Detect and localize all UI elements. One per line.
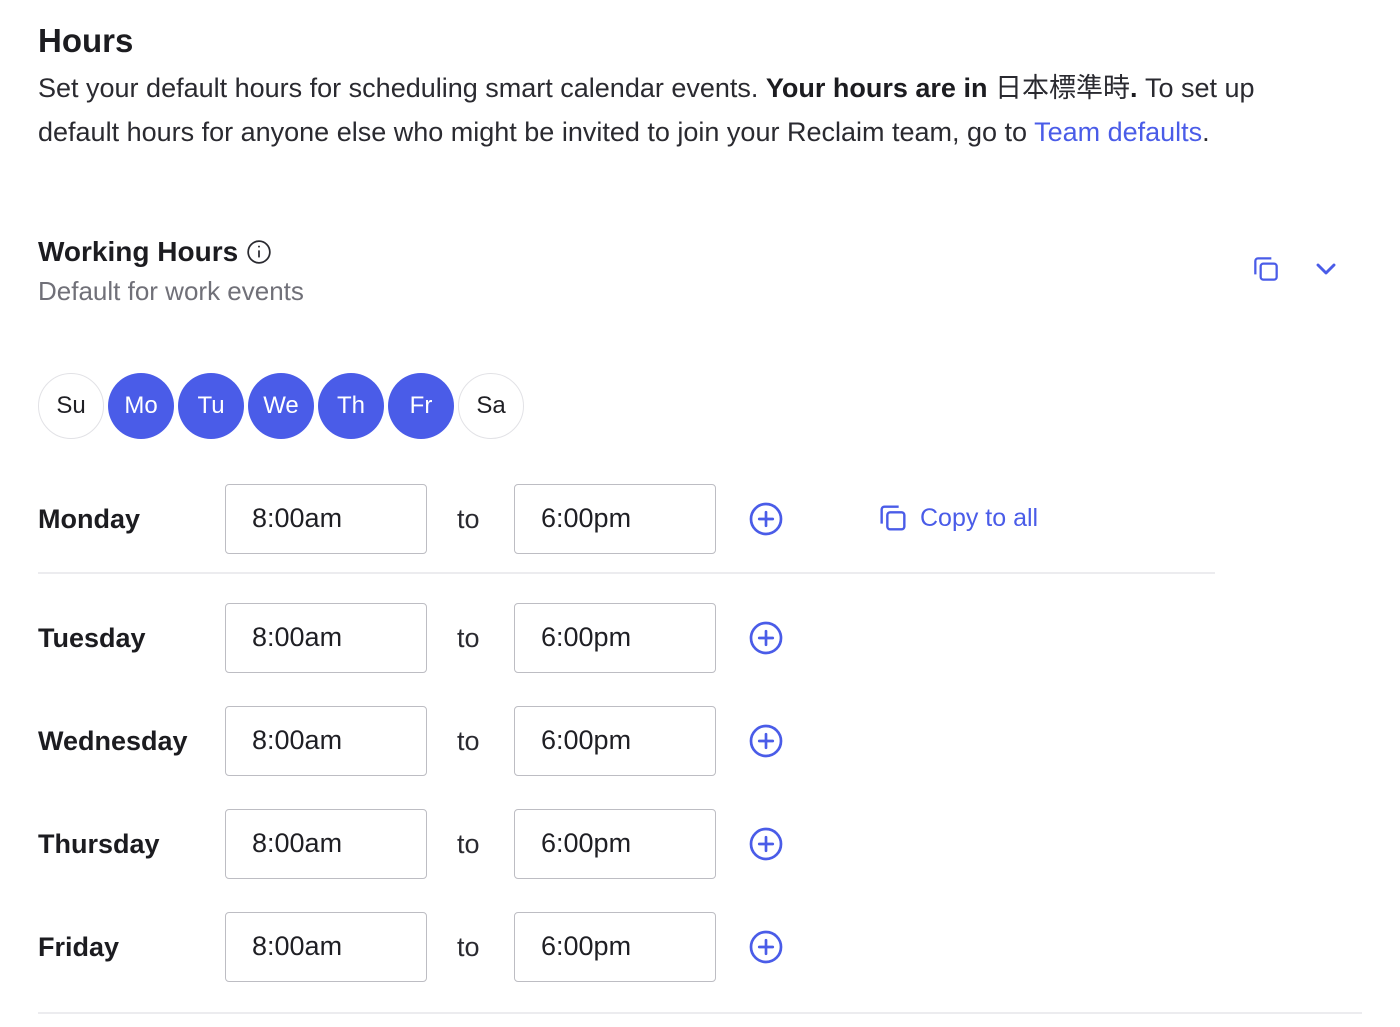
divider (38, 1012, 1362, 1014)
team-defaults-link[interactable]: Team defaults (1034, 117, 1202, 147)
divider (38, 572, 1215, 574)
day-selector: Su Mo Tu We Th Fr Sa (38, 373, 528, 439)
page-title: Hours (38, 22, 134, 59)
copy-to-all-button[interactable]: Copy to all (876, 501, 1038, 535)
add-time-range-icon[interactable] (748, 723, 784, 759)
end-time-input[interactable]: 6:00pm (514, 484, 716, 554)
to-label: to (457, 726, 480, 756)
description-end: . (1202, 117, 1210, 147)
chevron-down-icon[interactable] (1310, 253, 1342, 285)
day-toggle-we[interactable]: We (248, 373, 314, 439)
working-hours-subtitle: Default for work events (38, 276, 304, 306)
day-toggle-tu[interactable]: Tu (178, 373, 244, 439)
to-label: to (457, 623, 480, 653)
copy-to-all-label: Copy to all (920, 503, 1039, 532)
add-time-range-icon[interactable] (748, 620, 784, 656)
schedule-row-monday: Monday 8:00am to 6:00pm Copy to all (38, 484, 1238, 554)
to-label: to (457, 932, 480, 962)
day-label: Monday (38, 504, 141, 534)
start-time-input[interactable]: 8:00am (225, 809, 427, 879)
day-label: Thursday (38, 829, 160, 859)
day-label: Friday (38, 932, 120, 962)
day-toggle-fr[interactable]: Fr (388, 373, 454, 439)
working-hours-title: Working Hours (38, 236, 239, 267)
timezone-value: 日本標準時 (987, 73, 1130, 103)
start-time-input[interactable]: 8:00am (225, 706, 427, 776)
day-toggle-th[interactable]: Th (318, 373, 384, 439)
to-label: to (457, 829, 480, 859)
schedule-row-wednesday: Wednesday 8:00am to 6:00pm (38, 706, 1238, 776)
start-time-input[interactable]: 8:00am (225, 912, 427, 982)
day-toggle-mo[interactable]: Mo (108, 373, 174, 439)
add-time-range-icon[interactable] (748, 826, 784, 862)
end-time-input[interactable]: 6:00pm (514, 912, 716, 982)
info-icon[interactable] (246, 239, 272, 265)
add-time-range-icon[interactable] (748, 929, 784, 965)
end-time-input[interactable]: 6:00pm (514, 809, 716, 879)
day-label: Wednesday (38, 726, 188, 756)
timezone-label: Your hours are in (765, 73, 988, 103)
copy-icon[interactable] (1250, 253, 1282, 285)
day-label: Tuesday (38, 623, 146, 653)
end-time-input[interactable]: 6:00pm (514, 603, 716, 673)
start-time-input[interactable]: 8:00am (225, 603, 427, 673)
schedule-row-tuesday: Tuesday 8:00am to 6:00pm (38, 603, 1238, 673)
hours-description: Set your default hours for scheduling sm… (38, 66, 1328, 154)
to-label: to (457, 504, 480, 534)
description-text: Set your default hours for scheduling sm… (38, 73, 766, 103)
copy-icon (880, 505, 906, 531)
day-toggle-sa[interactable]: Sa (458, 373, 524, 439)
schedule-row-friday: Friday 8:00am to 6:00pm (38, 912, 1238, 982)
end-time-input[interactable]: 6:00pm (514, 706, 716, 776)
add-time-range-icon[interactable] (748, 501, 784, 537)
start-time-input[interactable]: 8:00am (225, 484, 427, 554)
day-toggle-su[interactable]: Su (38, 373, 104, 439)
working-hours-heading: Working Hours (38, 236, 272, 268)
schedule-row-thursday: Thursday 8:00am to 6:00pm (38, 809, 1238, 879)
